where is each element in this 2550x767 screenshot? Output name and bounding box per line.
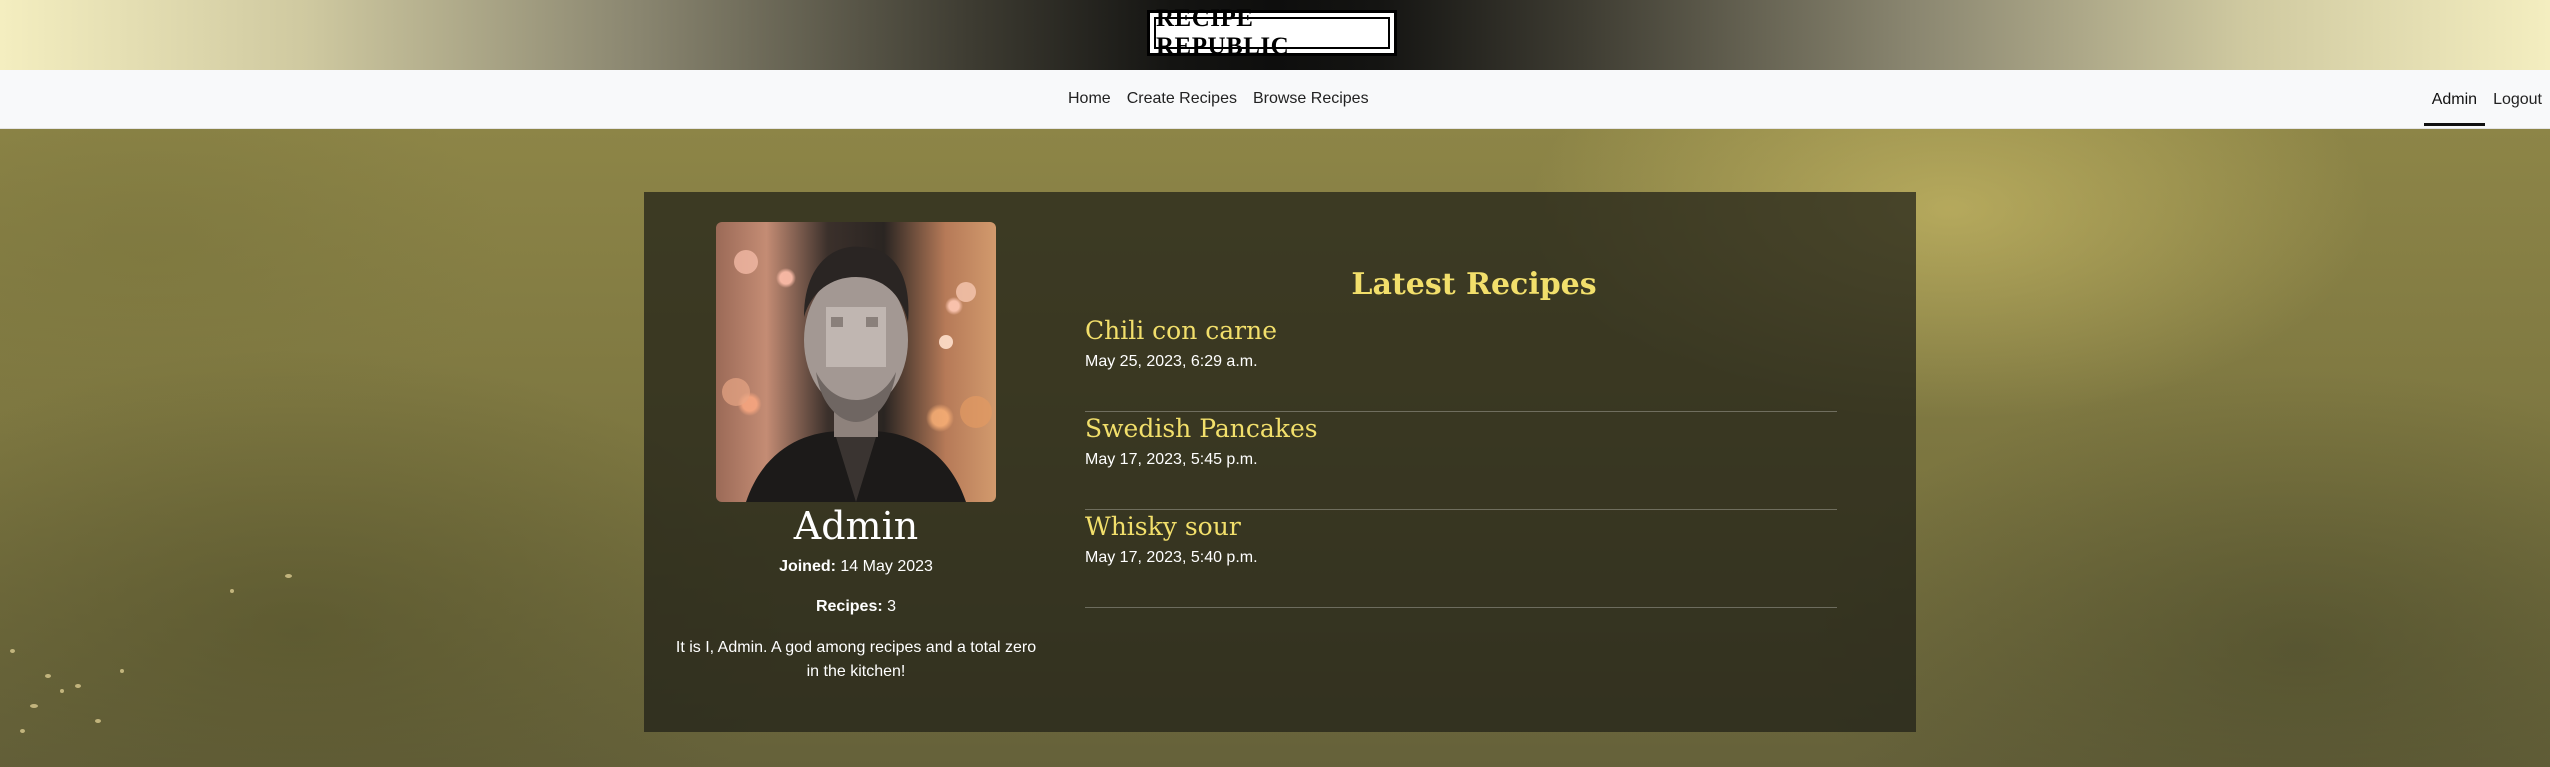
nav-home-link[interactable]: Home bbox=[1060, 90, 1119, 108]
recipe-date: May 17, 2023, 5:40 p.m. bbox=[1085, 549, 1258, 566]
background-speck bbox=[10, 649, 15, 653]
recipe-list-item: Whisky sour May 17, 2023, 5:40 p.m. bbox=[1085, 510, 1837, 608]
navbar: Home Create Recipes Browse Recipes Admin… bbox=[0, 70, 2550, 129]
joined-date: 14 May 2023 bbox=[840, 558, 933, 575]
recipe-date: May 25, 2023, 6:29 a.m. bbox=[1085, 353, 1258, 370]
profile-avatar bbox=[716, 222, 996, 502]
nav-logout-link[interactable]: Logout bbox=[2485, 74, 2550, 126]
joined-label: Joined: bbox=[779, 558, 836, 575]
profile-card: Admin Joined: 14 May 2023 Recipes: 3 It … bbox=[644, 192, 1916, 732]
recipe-date: May 17, 2023, 5:45 p.m. bbox=[1085, 451, 1258, 468]
recipe-title-link[interactable]: Swedish Pancakes bbox=[1085, 414, 1318, 443]
main-nav: Home Create Recipes Browse Recipes bbox=[1060, 70, 1377, 128]
user-nav: Admin Logout bbox=[2423, 70, 2550, 128]
logo-text: RECIPE REPUBLIC bbox=[1154, 5, 1390, 60]
profile-username: Admin bbox=[793, 504, 919, 548]
background-speck bbox=[75, 684, 81, 688]
recipe-list-item: Swedish Pancakes May 17, 2023, 5:45 p.m. bbox=[1085, 412, 1837, 510]
background-speck bbox=[45, 674, 51, 678]
nav-profile-link[interactable]: Admin bbox=[2423, 74, 2486, 126]
profile-recipe-count: Recipes: 3 bbox=[644, 598, 1068, 616]
site-banner: RECIPE REPUBLIC bbox=[0, 0, 2550, 70]
profile-bio: It is I, Admin. A god among recipes and … bbox=[675, 639, 1037, 680]
background-speck bbox=[285, 574, 292, 578]
recipes-count-value: 3 bbox=[887, 598, 897, 615]
latest-recipes-list: Chili con carne May 25, 2023, 6:29 a.m. … bbox=[1085, 314, 1837, 608]
background-speck bbox=[230, 589, 234, 593]
background-speck bbox=[95, 719, 101, 723]
profile-joined: Joined: 14 May 2023 bbox=[644, 558, 1068, 576]
latest-recipes-heading: Latest Recipes bbox=[1351, 266, 1597, 302]
background-speck bbox=[20, 729, 25, 733]
recipe-title-link[interactable]: Chili con carne bbox=[1085, 316, 1277, 345]
background-speck bbox=[120, 669, 124, 673]
recipes-label: Recipes: bbox=[815, 598, 883, 615]
background-speck bbox=[60, 689, 64, 693]
nav-browse-recipes-link[interactable]: Browse Recipes bbox=[1245, 90, 1377, 108]
nav-create-recipes-link[interactable]: Create Recipes bbox=[1119, 90, 1245, 108]
site-logo[interactable]: RECIPE REPUBLIC bbox=[1147, 5, 1397, 60]
avatar-portrait-image bbox=[722, 246, 992, 502]
recipe-list-item: Chili con carne May 25, 2023, 6:29 a.m. bbox=[1085, 314, 1837, 412]
recipe-title-link[interactable]: Whisky sour bbox=[1085, 512, 1241, 541]
background-speck bbox=[30, 704, 38, 708]
